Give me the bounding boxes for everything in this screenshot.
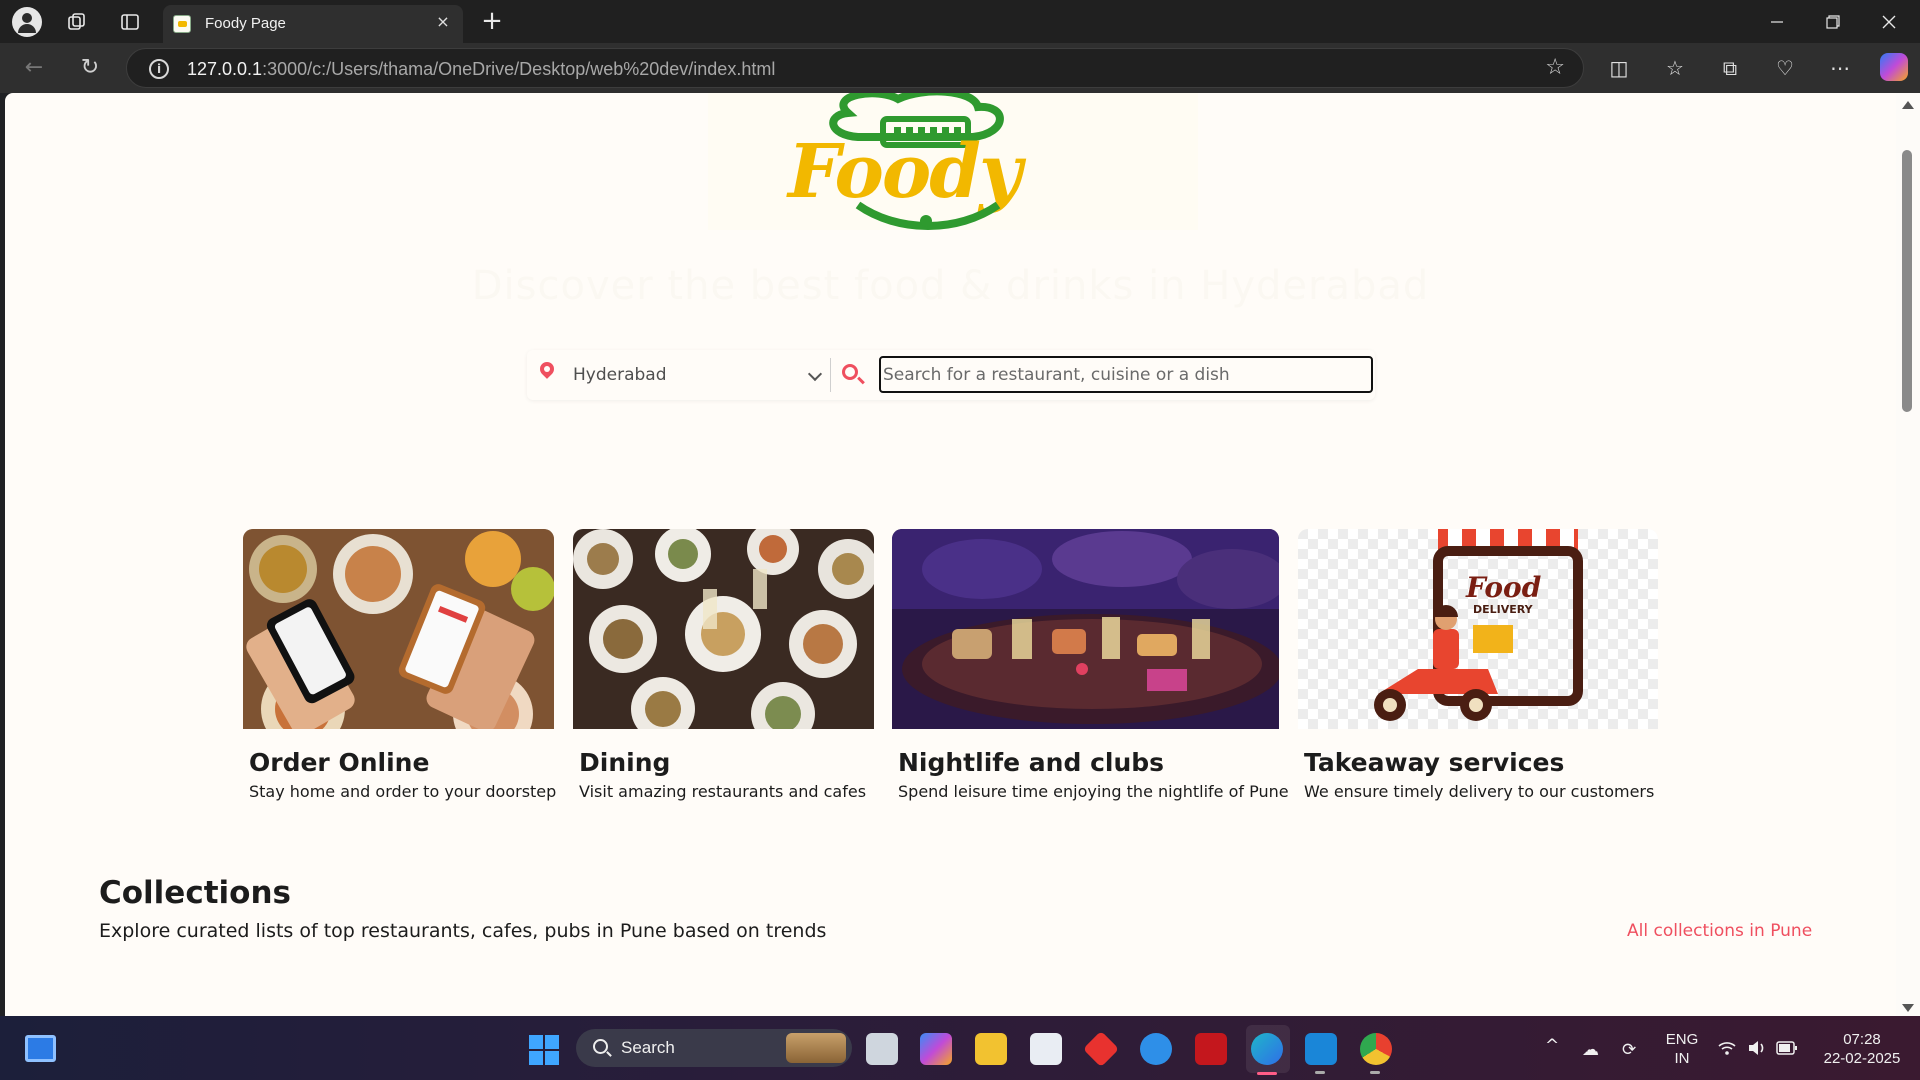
mcafee-icon[interactable] [1195,1033,1227,1065]
more-options-icon[interactable]: ⋯ [1826,54,1854,82]
anydesk-icon[interactable] [1082,1030,1120,1068]
windows-taskbar: Search ^ ☁ ⟳ ENG IN 07:28 22-02-2025 [0,1016,1920,1080]
search-bar: Hyderabad [527,350,1375,400]
language-code: ENG [1665,1031,1699,1048]
card-desc: Stay home and order to your doorstep [249,782,557,801]
foody-logo: Foody [708,93,1198,230]
copilot-icon[interactable] [1880,53,1908,81]
file-explorer-icon[interactable] [975,1033,1007,1065]
windows-start-icon[interactable] [529,1035,559,1065]
takeaway-image: Food DELIVERY [1298,529,1658,729]
svg-text:DELIVERY: DELIVERY [1473,603,1534,616]
taskbar-search-box[interactable]: Search [576,1029,852,1067]
back-arrow-icon[interactable]: ← [20,54,48,82]
page-scrollbar[interactable] [1896,93,1920,1016]
new-tab-button[interactable]: + [478,8,506,36]
favorites-icon[interactable]: ☆ [1661,54,1689,82]
tab-title: Foody Page [205,15,286,32]
search-highlight-image [786,1033,846,1063]
scroll-up-arrow-icon[interactable] [1902,101,1914,109]
location-pin-icon [537,359,557,379]
edge-browser-icon[interactable] [1251,1033,1283,1065]
region-code: IN [1674,1050,1690,1067]
all-collections-link[interactable]: All collections in Pune [1627,921,1812,941]
location-select[interactable]: Hyderabad [565,357,827,393]
card-title: Order Online [249,748,430,777]
collections-desc: Explore curated lists of top restaurants… [99,920,827,942]
browser-tab-bar: Foody Page × + [0,0,1920,43]
scroll-thumb[interactable] [1902,150,1912,412]
task-view-icon[interactable] [866,1033,898,1065]
browser-toolbar: ← ↻ i 127.0.0.1:3000/c:/Users/thama/OneD… [0,43,1920,93]
nightlife-image [892,529,1279,729]
show-hidden-icons-chevron-icon[interactable]: ^ [1545,1036,1559,1056]
svg-text:Food: Food [1465,571,1541,604]
card-desc: We ensure timely delivery to our custome… [1304,782,1655,801]
vertical-tabs-icon[interactable] [116,8,144,36]
card-title: Takeaway services [1304,748,1565,777]
chrome-icon[interactable] [1360,1033,1392,1065]
search-input[interactable] [879,356,1373,393]
svg-text:Foody: Foody [786,129,1027,215]
onedrive-cloud-icon[interactable]: ☁ [1582,1040,1599,1060]
running-indicator [1370,1071,1380,1074]
url-host: 127.0.0.1 [187,59,263,79]
clock-time: 07:28 [1843,1031,1881,1048]
tab-close-icon[interactable]: × [433,12,453,32]
workspaces-icon[interactable] [63,8,91,36]
card-desc: Spend leisure time enjoying the nightlif… [898,782,1289,801]
favorite-star-icon[interactable]: ☆ [1545,55,1565,80]
microsoft-store-icon[interactable] [1030,1033,1062,1065]
page-viewport: Foody Discover the best food & drinks in… [5,93,1896,1016]
widgets-icon[interactable] [25,1035,56,1062]
language-indicator[interactable]: ENG IN [1662,1030,1702,1068]
wifi-icon[interactable] [1718,1040,1736,1061]
browser-essentials-icon[interactable]: ♡ [1771,54,1799,82]
card-title: Dining [579,748,671,777]
card-title: Nightlife and clubs [898,748,1165,777]
hero-title: Discover the best food & drinks in Hyder… [471,263,1430,309]
url-path: :3000/c:/Users/thama/OneDrive/Desktop/we… [262,59,776,79]
copilot-taskbar-icon[interactable] [920,1033,952,1065]
reload-icon[interactable]: ↻ [76,54,104,82]
collections-icon[interactable]: ⧉ [1716,54,1744,82]
split-screen-icon[interactable]: ◫ [1605,54,1633,82]
search-divider [830,358,831,392]
card-desc: Visit amazing restaurants and cafes [579,782,867,801]
order-online-image [243,529,554,729]
volume-icon[interactable] [1747,1040,1767,1061]
collections-title: Collections [99,875,291,911]
taskbar-search-icon [593,1039,608,1054]
minimize-button[interactable] [1749,0,1805,43]
restore-button[interactable] [1805,0,1861,43]
clock-date: 22-02-2025 [1823,1050,1901,1067]
site-info-icon[interactable]: i [149,59,169,79]
address-bar[interactable]: i 127.0.0.1:3000/c:/Users/thama/OneDrive… [126,48,1584,88]
sync-icon[interactable]: ⟳ [1622,1040,1636,1060]
vscode-icon[interactable] [1305,1033,1337,1065]
dining-image [573,529,874,729]
clock[interactable]: 07:28 22-02-2025 [1812,1030,1912,1068]
battery-icon[interactable] [1776,1040,1798,1060]
scroll-down-arrow-icon[interactable] [1902,1004,1914,1012]
tab-foody-page[interactable]: Foody Page × [163,5,463,43]
url-text[interactable]: 127.0.0.1:3000/c:/Users/thama/OneDrive/D… [187,59,775,80]
profile-avatar-icon[interactable] [12,7,42,37]
close-window-button[interactable] [1861,0,1917,43]
foody-favicon-icon [173,15,191,33]
search-icon [842,364,858,380]
help-app-icon[interactable] [1140,1033,1172,1065]
active-indicator [1257,1072,1277,1075]
running-indicator [1315,1071,1325,1074]
taskbar-search-label: Search [621,1038,675,1057]
